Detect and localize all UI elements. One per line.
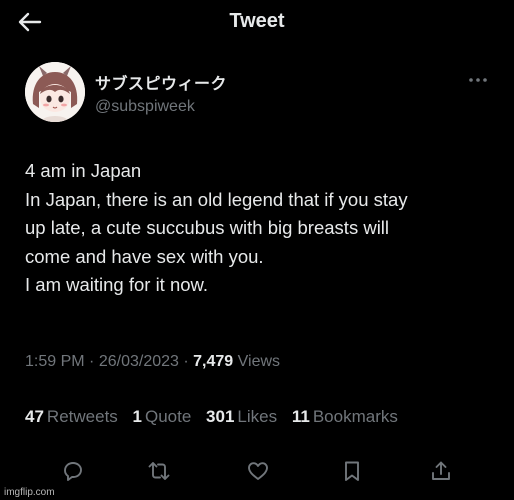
views-label: Views <box>237 353 281 370</box>
reply-icon <box>64 462 82 481</box>
more-horizontal-icon <box>469 78 487 82</box>
like-button[interactable] <box>242 456 274 486</box>
engagement-stats: 47 Retweets 1 Quote 301 Likes 11 Bookmarks <box>25 407 408 427</box>
author-display-name[interactable]: サブスピウィーク <box>95 70 227 94</box>
tweet-meta: 1:59 PM · 26/03/2023 · 7,479 Views <box>25 353 280 371</box>
views-count: 7,479 <box>193 353 234 370</box>
bookmarks-stat[interactable]: 11 Bookmarks <box>292 407 398 427</box>
more-options-button[interactable] <box>466 72 490 88</box>
share-button[interactable] <box>425 456 457 486</box>
tweet-line: In Japan, there is an old legend that if… <box>25 188 408 210</box>
avatar[interactable] <box>25 62 85 122</box>
retweet-button[interactable] <box>143 456 175 486</box>
author-row: サブスピウィーク @subspiweek <box>25 62 494 132</box>
bookmarks-label: Bookmarks <box>312 407 398 426</box>
tweet-line: 4 am in Japan <box>25 160 142 181</box>
share-icon <box>432 461 450 480</box>
likes-stat[interactable]: 301 Likes <box>206 407 277 427</box>
author-handle[interactable]: @subspiweek <box>95 98 227 116</box>
tweet-line: I am waiting for it now. <box>25 274 209 295</box>
anime-avatar-icon <box>25 62 85 122</box>
top-bar: Tweet <box>0 0 514 44</box>
quotes-label: Quote <box>145 407 192 426</box>
tweet-line: up late, a cute succubus with big breast… <box>25 217 390 238</box>
meta-separator: · <box>183 353 189 370</box>
retweet-icon <box>148 462 170 480</box>
retweets-stat[interactable]: 47 Retweets <box>25 407 118 427</box>
tweet-time[interactable]: 1:59 PM <box>25 353 85 370</box>
action-bar <box>0 456 514 486</box>
reply-button[interactable] <box>57 456 89 486</box>
watermark: imgflip.com <box>4 487 55 498</box>
retweets-label: Retweets <box>46 407 118 426</box>
retweets-count: 47 <box>25 407 44 426</box>
tweet-date[interactable]: 26/03/2023 <box>99 353 179 370</box>
page-title: Tweet <box>229 10 285 32</box>
bookmarks-count: 11 <box>291 407 310 426</box>
bookmark-icon <box>345 461 359 481</box>
meta-separator: · <box>89 353 95 370</box>
tweet-text: 4 am in Japan In Japan, there is an old … <box>25 157 505 300</box>
quotes-stat[interactable]: 1 Quote <box>133 407 192 427</box>
bookmark-button[interactable] <box>336 456 368 486</box>
likes-count: 301 <box>206 407 235 426</box>
quotes-count: 1 <box>132 407 142 426</box>
likes-label: Likes <box>237 407 278 426</box>
author-names: サブスピウィーク @subspiweek <box>95 70 227 116</box>
like-icon <box>248 462 268 480</box>
tweet-line: come and have sex with you. <box>25 245 264 267</box>
